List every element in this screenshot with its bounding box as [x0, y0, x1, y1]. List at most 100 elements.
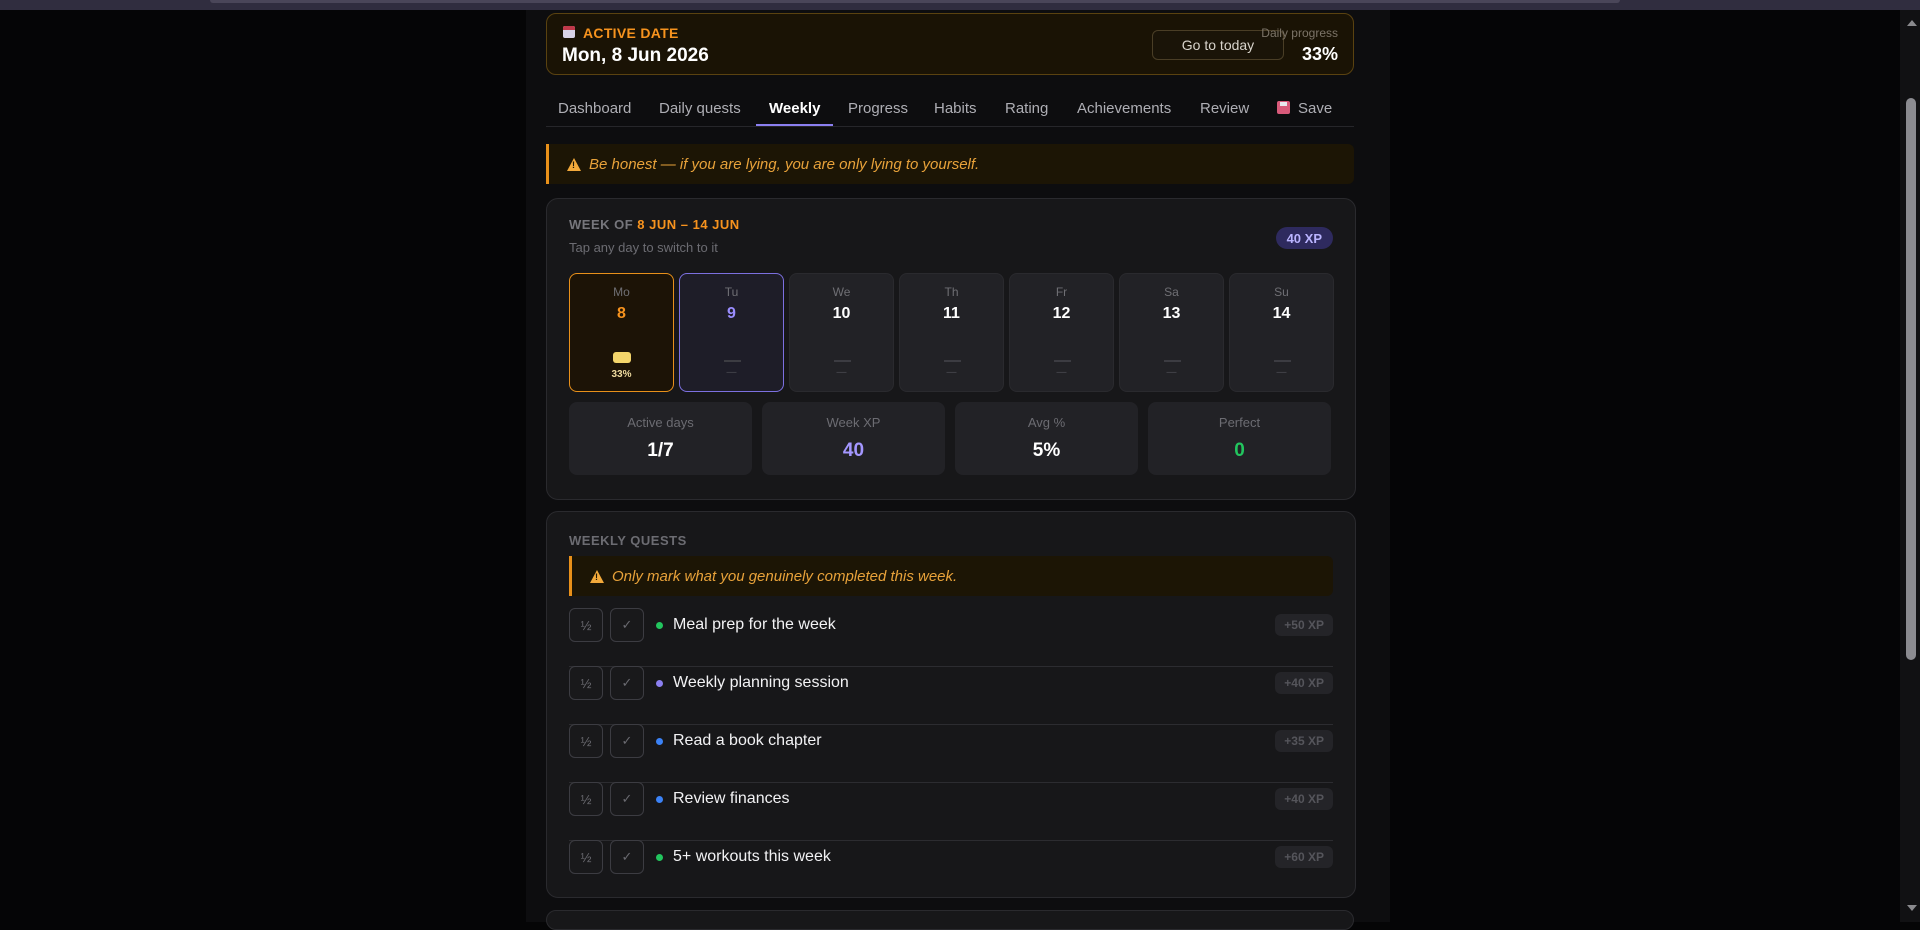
- quest-row: ½ ✓ Weekly planning session +40 XP: [569, 666, 1333, 725]
- day-progress-pill: [613, 352, 631, 363]
- half-complete-button[interactable]: ½: [569, 608, 603, 642]
- week-title: WEEK OF 8 JUN – 14 JUN: [569, 217, 740, 232]
- day-percent: 33%: [611, 369, 632, 380]
- week-subtitle: Tap any day to switch to it: [569, 240, 718, 255]
- tab-review[interactable]: Review: [1200, 100, 1249, 117]
- day-number: 12: [1052, 305, 1071, 322]
- honesty-warning: Be honest — if you are lying, you are on…: [546, 144, 1354, 184]
- day-progress-bar: [834, 360, 851, 362]
- tab-save[interactable]: Save: [1277, 100, 1332, 117]
- complete-check-button[interactable]: ✓: [610, 840, 644, 874]
- day-friday[interactable]: Fr 12 —: [1009, 273, 1114, 392]
- scroll-down-arrow-icon[interactable]: [1907, 905, 1917, 911]
- calendar-icon: [563, 26, 575, 38]
- tab-habits[interactable]: Habits: [934, 100, 977, 117]
- day-name: Tu: [724, 285, 739, 299]
- weekly-quests-title: WEEKLY QUESTS: [569, 533, 687, 548]
- week-card: WEEK OF 8 JUN – 14 JUN Tap any day to sw…: [546, 198, 1356, 500]
- complete-check-button[interactable]: ✓: [610, 724, 644, 758]
- tab-weekly[interactable]: Weekly: [769, 100, 820, 117]
- quest-name: Read a book chapter: [673, 732, 822, 749]
- day-number: 14: [1272, 305, 1291, 322]
- quest-row: ½ ✓ 5+ workouts this week +60 XP: [569, 840, 1333, 898]
- stat-week-xp: Week XP 40: [762, 402, 945, 475]
- day-name: Su: [1274, 285, 1289, 299]
- day-percent: —: [836, 367, 847, 378]
- complete-check-button[interactable]: ✓: [610, 608, 644, 642]
- day-percent: —: [726, 367, 737, 378]
- scroll-up-arrow-icon[interactable]: [1907, 20, 1917, 26]
- complete-check-button[interactable]: ✓: [610, 782, 644, 816]
- tab-save-label: Save: [1298, 100, 1333, 117]
- week-xp-badge: 40 XP: [1275, 227, 1333, 249]
- half-complete-button[interactable]: ½: [569, 782, 603, 816]
- day-name: Mo: [613, 285, 630, 299]
- day-percent: —: [1276, 367, 1287, 378]
- day-name: Th: [944, 285, 959, 299]
- week-title-prefix: WEEK OF: [569, 217, 634, 232]
- stat-value: 40: [842, 440, 865, 461]
- stat-label: Avg %: [1027, 415, 1066, 430]
- tab-progress[interactable]: Progress: [848, 100, 908, 117]
- day-name: We: [832, 285, 851, 299]
- quest-name: Weekly planning session: [673, 674, 849, 691]
- tab-rating[interactable]: Rating: [1005, 100, 1048, 117]
- active-date-label: ACTIVE DATE: [583, 25, 679, 41]
- stat-label: Week XP: [826, 415, 881, 430]
- browser-top-bar: [0, 0, 1920, 10]
- quest-category-dot: [656, 680, 663, 687]
- quest-category-dot: [656, 738, 663, 745]
- stat-value: 0: [1234, 440, 1245, 461]
- half-complete-button[interactable]: ½: [569, 666, 603, 700]
- stat-perfect: Perfect 0: [1148, 402, 1331, 475]
- quest-xp-badge: +35 XP: [1275, 730, 1333, 752]
- day-number: 13: [1162, 305, 1181, 322]
- week-range: 8 JUN – 14 JUN: [637, 217, 740, 232]
- quest-name: Review finances: [673, 790, 790, 807]
- day-wednesday[interactable]: We 10 —: [789, 273, 894, 392]
- quest-xp-badge: +40 XP: [1275, 788, 1333, 810]
- day-percent: —: [1166, 367, 1177, 378]
- day-sunday[interactable]: Su 14 —: [1229, 273, 1334, 392]
- day-saturday[interactable]: Sa 13 —: [1119, 273, 1224, 392]
- day-name: Sa: [1164, 285, 1179, 299]
- quest-xp-badge: +50 XP: [1275, 614, 1333, 636]
- stat-active-days: Active days 1/7: [569, 402, 752, 475]
- day-number: 11: [943, 305, 960, 322]
- quest-category-dot: [656, 854, 663, 861]
- stat-value: 1/7: [647, 440, 674, 461]
- daily-progress-value: 33%: [1301, 44, 1338, 64]
- day-tuesday[interactable]: Tu 9 —: [679, 273, 784, 392]
- main-tabs: Dashboard Daily quests Weekly Progress H…: [546, 96, 1354, 127]
- day-progress-bar: [1054, 360, 1071, 362]
- half-complete-button[interactable]: ½: [569, 840, 603, 874]
- weekly-warning-text: Only mark what you genuinely completed t…: [612, 567, 958, 585]
- weekly-warning: Only mark what you genuinely completed t…: [569, 556, 1333, 596]
- day-name: Fr: [1055, 285, 1068, 299]
- quest-xp-badge: +60 XP: [1275, 846, 1333, 868]
- half-complete-button[interactable]: ½: [569, 724, 603, 758]
- active-date-value: Mon, 8 Jun 2026: [562, 45, 709, 66]
- next-card: [546, 910, 1354, 930]
- day-progress-bar: [724, 360, 741, 362]
- tab-daily-quests[interactable]: Daily quests: [659, 100, 741, 117]
- scrollbar-thumb[interactable]: [1906, 98, 1916, 660]
- quest-row: ½ ✓ Read a book chapter +35 XP: [569, 724, 1333, 783]
- active-tab-indicator: [756, 124, 833, 126]
- day-progress-bar: [944, 360, 961, 362]
- quest-xp-badge: +40 XP: [1275, 672, 1333, 694]
- quest-category-dot: [656, 622, 663, 629]
- day-monday[interactable]: Mo 8 33%: [569, 273, 674, 392]
- day-thursday[interactable]: Th 11 —: [899, 273, 1004, 392]
- complete-check-button[interactable]: ✓: [610, 666, 644, 700]
- stat-value: 5%: [1032, 440, 1061, 461]
- day-progress-bar: [1164, 360, 1181, 362]
- quest-row: ½ ✓ Meal prep for the week +50 XP: [569, 608, 1333, 667]
- quest-category-dot: [656, 796, 663, 803]
- warning-icon: [590, 569, 604, 583]
- tab-dashboard[interactable]: Dashboard: [558, 100, 631, 117]
- active-date-panel: ACTIVE DATE Mon, 8 Jun 2026 Go to today …: [546, 13, 1354, 75]
- quest-name: Meal prep for the week: [673, 616, 836, 633]
- tab-achievements[interactable]: Achievements: [1077, 100, 1171, 117]
- quest-name: 5+ workouts this week: [673, 848, 831, 865]
